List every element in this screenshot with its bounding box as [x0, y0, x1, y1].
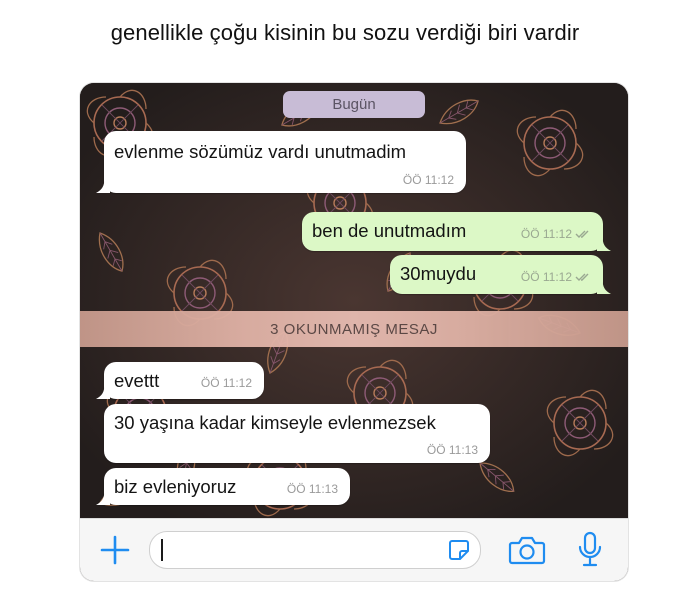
- message-bubble-incoming[interactable]: biz evleniyoruz ÖÖ 11:13: [96, 468, 350, 505]
- bubble-tail: [96, 179, 110, 193]
- post-caption: genellikle çoğu kisinin bu sozu verdiği …: [110, 20, 580, 45]
- read-receipt-icon: [575, 230, 589, 238]
- sticker-icon[interactable]: [447, 538, 471, 562]
- unread-messages-banner: 3 OKUNMAMIŞ MESAJ: [80, 311, 628, 347]
- message-time: ÖÖ 11:12: [521, 270, 591, 284]
- bubble-tail: [597, 237, 611, 251]
- camera-icon[interactable]: [508, 535, 546, 565]
- message-text: ben de unutmadım: [312, 220, 467, 241]
- message-text: 30 yaşına kadar kimseyle evlenmezsek: [114, 412, 436, 433]
- message-bubble-outgoing[interactable]: ben de unutmadım ÖÖ 11:12: [302, 212, 611, 251]
- message-bubble-incoming[interactable]: 30 yaşına kadar kimseyle evlenmezsek ÖÖ …: [104, 404, 490, 463]
- date-chip: Bugün: [283, 91, 425, 118]
- message-text: biz evleniyoruz: [114, 476, 237, 497]
- message-bubble-incoming[interactable]: evettt ÖÖ 11:12: [96, 362, 264, 399]
- message-bubble-incoming[interactable]: evlenme sözümüz vardı unutmadim ÖÖ 11:12: [96, 131, 466, 193]
- message-input[interactable]: [149, 531, 481, 569]
- message-composer: [80, 518, 628, 581]
- microphone-icon[interactable]: [577, 531, 603, 569]
- message-text: 30muydu: [400, 263, 477, 284]
- message-time: ÖÖ 11:13: [426, 443, 478, 457]
- bubble-tail: [96, 385, 110, 399]
- bubble-tail: [597, 280, 611, 294]
- bubble-tail: [96, 491, 110, 505]
- message-time: ÖÖ 11:12: [402, 173, 454, 187]
- chat-screenshot: Bugün evlenme sözümüz vardı unutmadim ÖÖ…: [80, 83, 628, 581]
- message-time: ÖÖ 11:13: [286, 482, 338, 496]
- plus-icon[interactable]: [98, 533, 132, 567]
- message-bubble-outgoing[interactable]: 30muydu ÖÖ 11:12: [390, 255, 611, 294]
- text-caret: [161, 539, 163, 561]
- message-time: ÖÖ 11:12: [521, 227, 591, 241]
- message-time: ÖÖ 11:12: [200, 376, 252, 390]
- message-text: evlenme sözümüz vardı unutmadim: [114, 141, 407, 162]
- message-text: evettt: [114, 370, 160, 391]
- read-receipt-icon: [575, 273, 589, 281]
